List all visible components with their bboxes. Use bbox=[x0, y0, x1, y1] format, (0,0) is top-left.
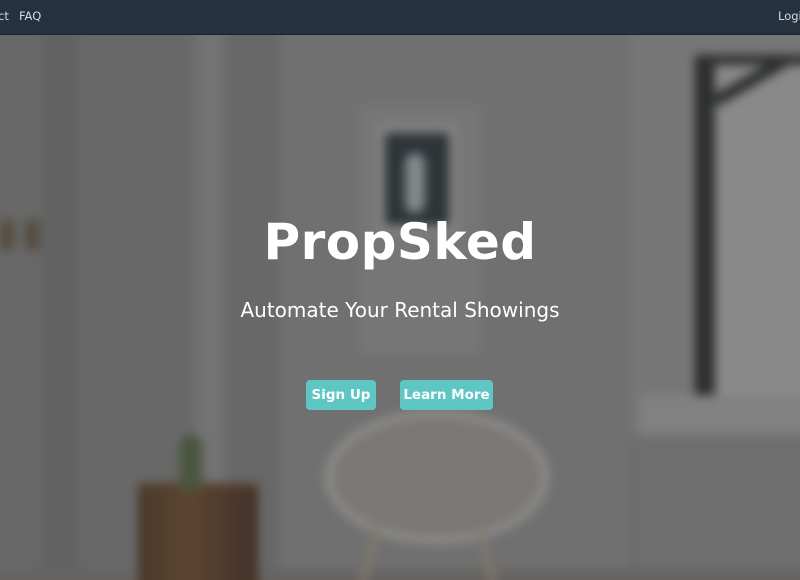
top-navbar: ct FAQ Logi bbox=[0, 0, 800, 35]
hero-section: PropSked Automate Your Rental Showings S… bbox=[0, 35, 800, 580]
nav-link-contact[interactable]: ct bbox=[0, 9, 9, 23]
hero-subtitle: Automate Your Rental Showings bbox=[240, 298, 560, 322]
nav-link-faq[interactable]: FAQ bbox=[19, 9, 41, 23]
nav-link-login[interactable]: Logi bbox=[778, 9, 800, 23]
sign-up-button[interactable]: Sign Up bbox=[306, 380, 376, 410]
hero-title: PropSked bbox=[263, 213, 537, 271]
learn-more-button[interactable]: Learn More bbox=[400, 380, 493, 410]
